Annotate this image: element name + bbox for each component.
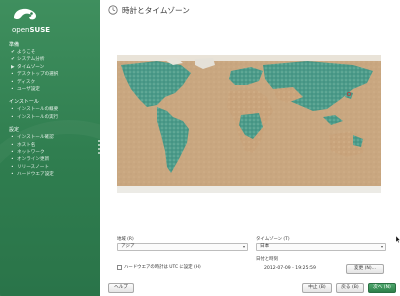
back-button[interactable]: 戻る (B) — [336, 283, 364, 293]
region-select-value: アジア — [121, 244, 135, 249]
bullet-icon: • — [11, 157, 14, 163]
nav-item-hardware-config: • ハードウエア設定 — [0, 171, 100, 178]
timezone-select-value: 日本 — [260, 244, 270, 249]
brand-name-light: open — [12, 26, 30, 34]
sidebar: openSUSE 準備 ✔ ようこそ ✔ システム分析 ▶ タイムゾーン • デスクトッ… — [0, 0, 100, 296]
check-icon: ✔ — [11, 50, 15, 55]
page-title: 時計とタイムゾーン — [122, 5, 190, 15]
bullet-icon: • — [11, 142, 14, 148]
nav-item-label: システム分析 — [17, 57, 45, 63]
current-step-arrow-icon: ▶ — [11, 64, 15, 70]
nav-item-installation-overview: • インストールの概要 — [0, 106, 100, 113]
nav-item-label: タイムゾーン — [17, 64, 45, 70]
datetime-value: 2012-07-09 - 19:25:59 — [264, 266, 316, 271]
brand-name: openSUSE — [12, 26, 50, 34]
bullet-icon: • — [11, 114, 14, 120]
nav-item-installation-check: • インストール確認 — [0, 134, 100, 141]
help-button[interactable]: ヘルプ — [108, 283, 134, 293]
nav-item-label: インストールの実行 — [17, 114, 59, 120]
nav-item-label: ようこそ — [17, 50, 36, 55]
nav-item-label: ネットワーク — [17, 149, 45, 155]
nav-item-user-settings: • ユーザ設定 — [0, 86, 100, 93]
nav-item-perform-installation: • インストールの実行 — [0, 114, 100, 121]
timezone-select[interactable]: 日本 ▾ — [256, 243, 386, 251]
main-panel: 時計とタイムゾーン 地域 (R) アジア ▾ タイムゾーン (T) 日本 ▾ ハ… — [100, 0, 400, 296]
nav-item-label: ディスク — [17, 79, 36, 85]
nav-item-timezone: ▶ タイムゾーン — [0, 64, 100, 71]
nav-item-label: ユーザ設定 — [17, 86, 40, 92]
nav-item-label: デスクトップの選択 — [17, 72, 59, 78]
abort-button[interactable]: 中止 (B) — [302, 283, 332, 293]
chameleon-icon — [14, 8, 36, 20]
world-map-image[interactable] — [117, 55, 381, 193]
hwclock-utc-label: ハードウエアの時計は UTC に設定 (H) — [124, 265, 201, 270]
bullet-icon: • — [11, 107, 14, 113]
timezone-label: タイムゾーン (T) — [256, 237, 290, 242]
nav-item-label: リリースノート — [17, 164, 49, 170]
nav-item-system-analysis: ✔ システム分析 — [0, 56, 100, 63]
nav-item-label: オンライン更新 — [17, 157, 50, 163]
nav-section-installation: インストール — [9, 99, 39, 106]
nav-item-release-notes: • リリースノート — [0, 164, 100, 171]
bullet-icon: • — [11, 172, 14, 178]
nav-section-preparation: 準備 — [9, 42, 20, 48]
nav-item-welcome: ✔ ようこそ — [0, 49, 100, 56]
bullet-icon: • — [11, 149, 14, 155]
clock-icon — [108, 5, 118, 15]
world-map[interactable] — [117, 55, 381, 193]
bullet-icon: • — [11, 72, 14, 78]
title-row: 時計とタイムゾーン — [108, 4, 190, 16]
chevron-down-icon: ▾ — [380, 244, 383, 249]
nav-section-configuration: 設定 — [9, 127, 20, 134]
chevron-down-icon: ▾ — [242, 244, 245, 249]
mouse-cursor-icon — [396, 236, 400, 243]
region-select[interactable]: アジア ▾ — [117, 243, 248, 251]
hwclock-utc-checkbox[interactable] — [117, 264, 122, 270]
bullet-icon: • — [11, 135, 14, 141]
nav-item-hostname: • ホスト名 — [0, 142, 100, 149]
datetime-label: 日付と時刻 — [256, 257, 278, 262]
change-datetime-button[interactable]: 変更 (N)... — [346, 264, 384, 274]
region-label: 地域 (R) — [117, 237, 134, 242]
check-icon: ✔ — [11, 57, 15, 63]
nav-item-disk: • ディスク — [0, 79, 100, 86]
hwclock-utc-option[interactable]: ハードウエアの時計は UTC に設定 (H) — [117, 264, 201, 270]
next-button[interactable]: 次へ (N) — [368, 283, 396, 293]
brand-name-bold: SUSE — [29, 26, 51, 34]
bullet-icon: • — [11, 86, 14, 92]
nav-item-label: ホスト名 — [17, 142, 36, 148]
nav-item-online-update: • オンライン更新 — [0, 156, 100, 163]
nav-item-network: • ネットワーク — [0, 149, 100, 156]
opensuse-logo: openSUSE — [10, 6, 50, 36]
nav-item-label: インストール確認 — [17, 135, 54, 141]
bullet-icon: • — [11, 79, 14, 85]
nav-item-label: インストールの概要 — [17, 107, 59, 113]
nav-item-desktop-selection: • デスクトップの選択 — [0, 71, 100, 78]
nav-item-label: ハードウエア設定 — [17, 172, 54, 178]
bullet-icon: • — [11, 164, 14, 170]
step-navigation: 準備 ✔ ようこそ ✔ システム分析 ▶ タイムゾーン • デスクトップの選択 • ディス… — [0, 36, 100, 178]
